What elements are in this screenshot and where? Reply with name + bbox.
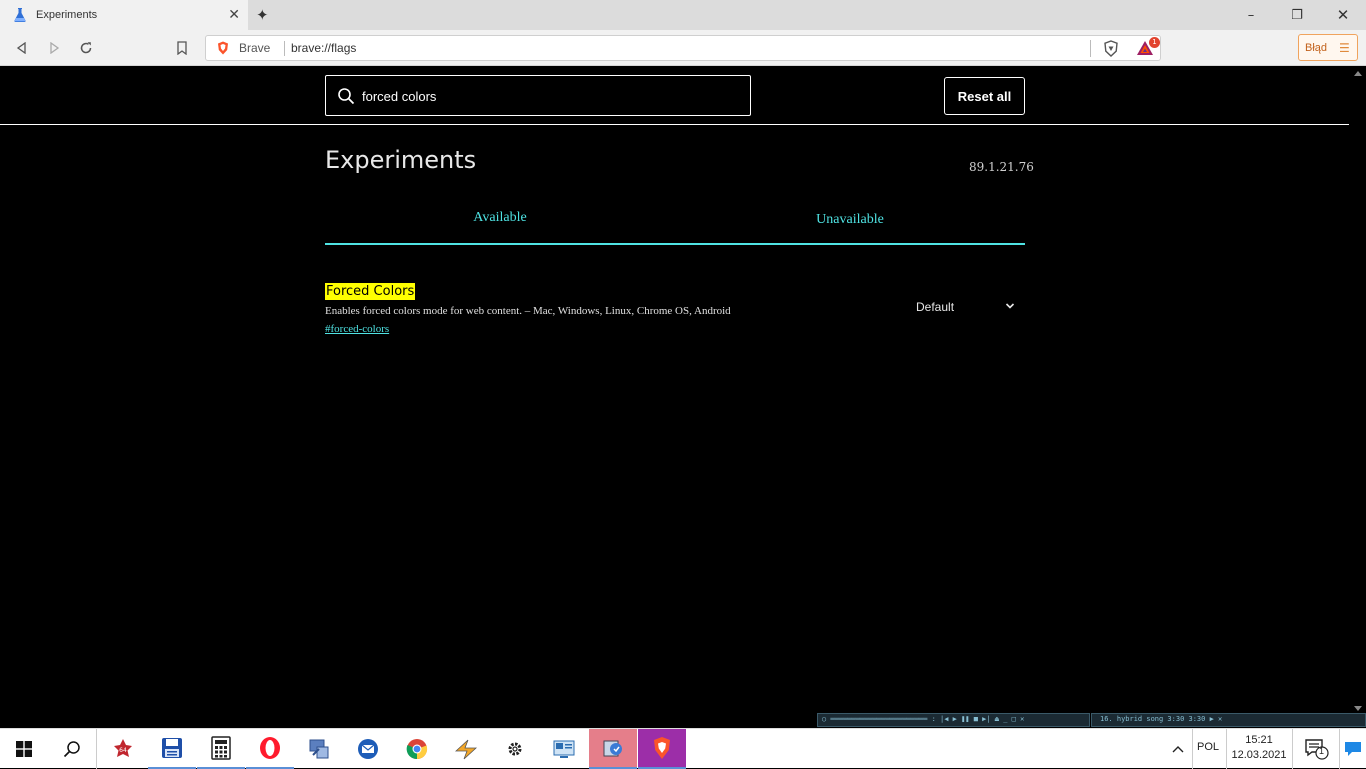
show-desktop-button[interactable] [1340,729,1366,769]
network-tool-icon [309,739,329,759]
action-center-button[interactable]: 1 [1294,729,1338,769]
taskbar-app-opera[interactable] [246,729,294,769]
scrollbar[interactable] [1349,67,1366,717]
taskbar-separator [96,729,97,769]
mail-icon [358,739,378,759]
taskbar-app-cpu[interactable]: 64 [99,729,147,769]
reset-all-button[interactable]: Reset all [944,77,1025,115]
page-title: Experiments [325,146,477,174]
start-button[interactable] [0,729,48,769]
maximize-icon[interactable]: ❐ [1274,0,1320,30]
gear-icon [508,742,522,756]
taskbar-app-brave[interactable] [638,729,686,769]
notification-icon [1305,739,1329,760]
clock-time: 15:21 [1245,734,1273,746]
lightning-icon [454,739,478,760]
reload-icon[interactable] [76,38,96,58]
tab-available[interactable]: Available [325,210,675,226]
experiment-link[interactable]: #forced-colors [325,323,389,335]
svg-text:64: 64 [119,747,127,754]
chat-icon [1345,742,1361,756]
tab-underline [325,243,1025,245]
brave-lion-icon [654,737,670,759]
error-label: Błąd [1305,41,1328,54]
brave-shield-icon [218,41,228,55]
brave-shields-icon[interactable] [1103,40,1119,57]
search-input[interactable] [362,85,732,107]
taskbar-app-settings[interactable] [491,729,539,769]
player-track-text: 16. hybrid song 3:30 3:30 ▶ ✕ [1100,715,1223,723]
header-divider [0,124,1349,125]
version-label: 89.1.21.76 [969,160,1034,174]
experiment-select[interactable]: Default [916,300,1021,320]
tray-expand-button[interactable] [1166,729,1190,769]
site-label: Brave [239,41,271,55]
chevron-down-icon [1005,303,1015,309]
taskbar-app-mail[interactable] [344,729,392,769]
url-text[interactable]: brave://flags [291,41,356,55]
floppy-disk-icon [162,738,182,758]
taskbar-app-cleaner[interactable] [589,729,637,769]
media-player-track[interactable]: 16. hybrid song 3:30 3:30 ▶ ✕ [1091,713,1366,727]
tab-close-icon[interactable]: ✕ [228,7,240,23]
player-controls-text: ○ ═══════════════════════ : |◀ ▶ ❚❚ ■ ▶|… [822,715,1025,723]
cpu-monitor-icon: 64 [114,739,132,757]
taskbar-app-chrome[interactable] [393,729,441,769]
rewards-badge: 1 [1149,37,1160,48]
tab-unavailable[interactable]: Unavailable [675,212,1025,228]
language-indicator[interactable]: POL [1197,741,1219,753]
url-divider [284,41,285,56]
back-icon[interactable] [12,38,32,58]
taskbar-app-calculator[interactable] [197,729,245,769]
tab-strip: Experiments ✕ ✦ – ❐ ✕ [0,0,1366,30]
bookmark-icon[interactable] [172,38,192,58]
search-icon [338,88,355,105]
taskbar: 64 POL 15:21 12.03.2021 1 [0,728,1366,769]
close-window-icon[interactable]: ✕ [1320,0,1366,30]
scroll-down-icon[interactable] [1354,706,1362,711]
url-divider-right [1090,40,1091,57]
chrome-icon [406,739,428,760]
minimize-icon[interactable]: – [1228,0,1274,30]
media-player-controls[interactable]: ○ ═══════════════════════ : |◀ ▶ ❚❚ ■ ▶|… [817,713,1090,727]
tab-bar: Available Unavailable [325,205,1025,245]
taskbar-app-winamp[interactable] [442,729,490,769]
tab-title: Experiments [36,9,98,21]
disk-cleanup-icon [603,740,622,757]
flags-page: Reset all Experiments 89.1.21.76 Availab… [0,67,1366,717]
tab-experiments[interactable]: Experiments ✕ [0,0,248,30]
system-info-icon [553,740,575,758]
new-tab-icon[interactable]: ✦ [256,6,269,24]
forward-icon[interactable] [44,38,64,58]
taskbar-app-save[interactable] [148,729,196,769]
address-bar[interactable]: Brave brave://flags 1 [205,35,1161,61]
clock[interactable]: 15:21 12.03.2021 [1228,733,1290,763]
windows-icon [16,741,32,757]
calculator-icon [211,736,231,760]
chevron-up-icon [1172,746,1184,753]
tray-separator [1192,729,1193,769]
taskbar-app-system[interactable] [540,729,588,769]
error-menu-button[interactable]: Błąd ☰ [1298,34,1358,61]
opera-icon [260,737,280,759]
taskbar-search-button[interactable] [48,729,96,769]
taskbar-app-network[interactable] [295,729,343,769]
flask-icon [14,8,26,22]
notification-count: 1 [1319,746,1325,756]
browser-toolbar: Brave brave://flags 1 Błąd ☰ [0,30,1366,66]
select-value: Default [916,300,955,314]
experiment-item: Forced Colors Enables forced colors mode… [325,280,1025,336]
search-icon [63,741,80,758]
experiment-name: Forced Colors [325,283,416,300]
tray-separator [1292,729,1293,769]
clock-date: 12.03.2021 [1231,749,1287,761]
tray-separator [1226,729,1227,769]
menu-icon: ☰ [1339,40,1350,55]
search-box[interactable] [325,75,751,116]
scroll-up-icon[interactable] [1354,71,1362,76]
